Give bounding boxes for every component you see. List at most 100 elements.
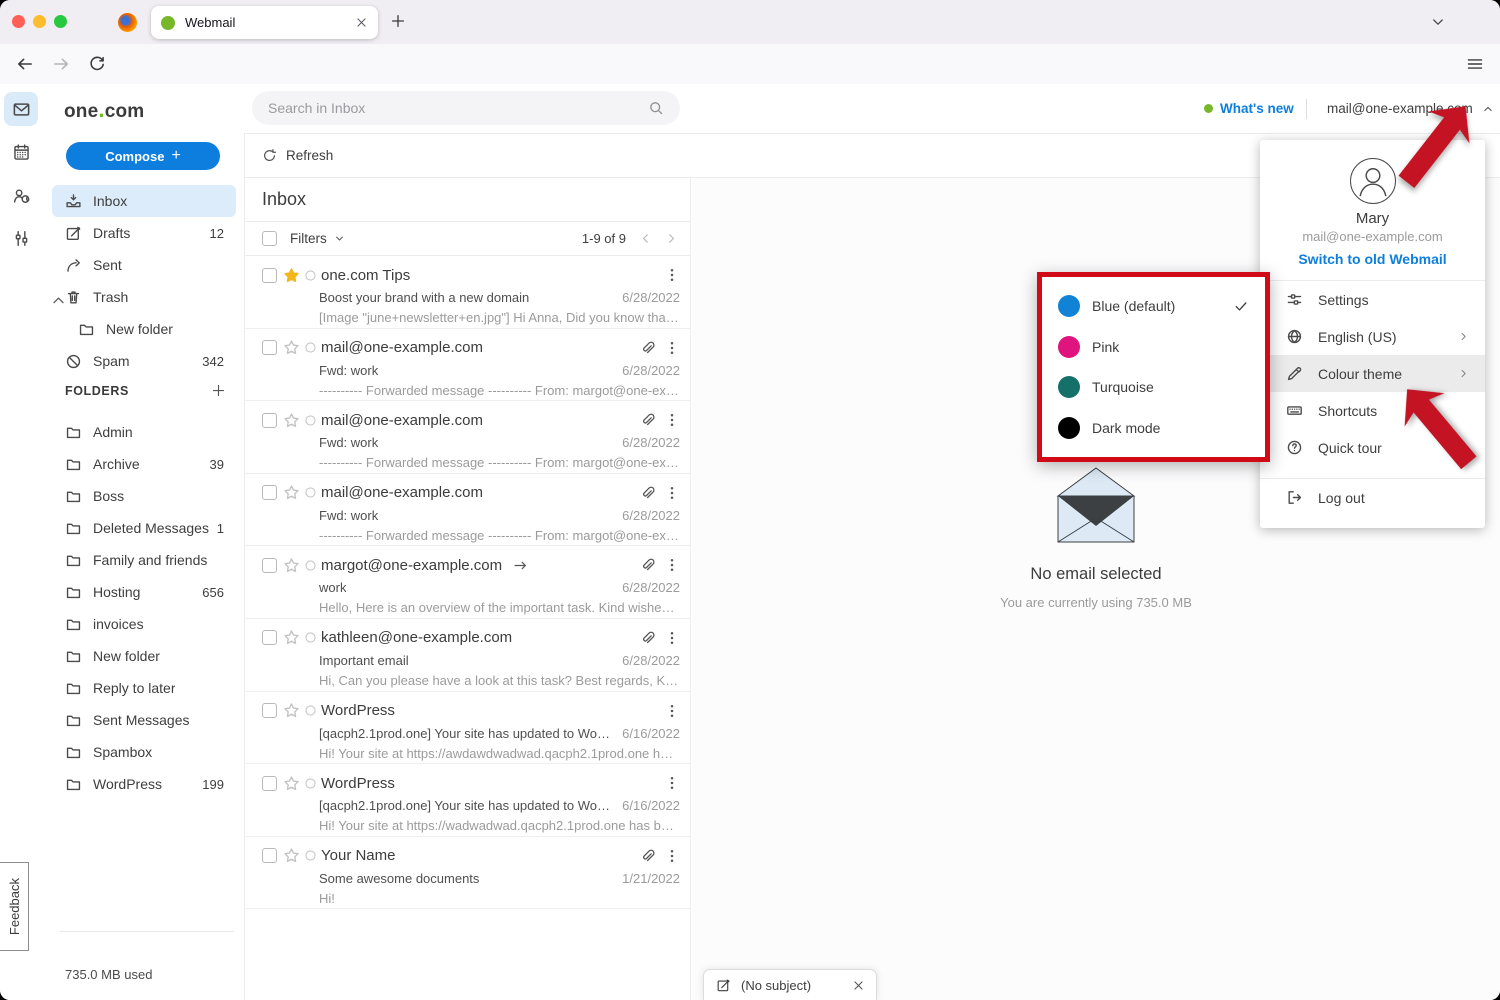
prev-page-icon[interactable]: [639, 232, 652, 245]
reload-icon[interactable]: [88, 55, 106, 73]
read-indicator-icon[interactable]: [304, 704, 317, 717]
email-options-icon[interactable]: [664, 703, 680, 719]
search-input[interactable]: Search in Inbox: [252, 91, 680, 125]
back-icon[interactable]: [16, 55, 34, 73]
sidebar-item-spam[interactable]: Spam342: [52, 345, 236, 377]
read-indicator-icon[interactable]: [304, 777, 317, 790]
rail-contacts-button[interactable]: [4, 178, 38, 212]
whats-new-link[interactable]: What's new: [1204, 101, 1294, 116]
sidebar-item-drafts[interactable]: Drafts12: [52, 217, 236, 249]
email-checkbox[interactable]: [262, 268, 277, 283]
read-indicator-icon[interactable]: [304, 631, 317, 644]
email-row[interactable]: mail@one-example.comFwd: work6/28/2022--…: [245, 474, 690, 547]
star-icon[interactable]: [283, 775, 300, 792]
new-tab-button[interactable]: [390, 13, 406, 29]
compose-button[interactable]: Compose+: [66, 142, 220, 170]
email-row[interactable]: Your NameSome awesome documents1/21/2022…: [245, 837, 690, 910]
folder-item-hosting[interactable]: Hosting656: [52, 576, 236, 608]
window-minimize-button[interactable]: [33, 15, 46, 28]
star-filled-icon[interactable]: [283, 267, 300, 284]
folder-item-archive[interactable]: Archive39: [52, 448, 236, 480]
next-page-icon[interactable]: [665, 232, 678, 245]
menu-item-colour-theme[interactable]: Colour theme: [1260, 355, 1485, 392]
folder-item-reply-to-later[interactable]: Reply to later: [52, 672, 236, 704]
star-icon[interactable]: [283, 847, 300, 864]
folder-item-deleted-messages[interactable]: Deleted Messages1: [52, 512, 236, 544]
read-indicator-icon[interactable]: [304, 849, 317, 862]
email-options-icon[interactable]: [664, 775, 680, 791]
window-zoom-button[interactable]: [54, 15, 67, 28]
theme-option-pink[interactable]: Pink: [1042, 327, 1265, 368]
email-options-icon[interactable]: [664, 630, 680, 646]
sidebar-item-inbox[interactable]: Inbox: [52, 185, 236, 217]
add-folder-icon[interactable]: [211, 383, 226, 398]
folder-item-sent-messages[interactable]: Sent Messages: [52, 704, 236, 736]
read-indicator-icon[interactable]: [304, 414, 317, 427]
star-icon[interactable]: [283, 412, 300, 429]
feedback-tab[interactable]: Feedback: [0, 862, 29, 951]
email-options-icon[interactable]: [664, 485, 680, 501]
email-row[interactable]: WordPress[qacph2.1prod.one] Your site ha…: [245, 764, 690, 837]
email-options-icon[interactable]: [664, 340, 680, 356]
folder-item-spambox[interactable]: Spambox: [52, 736, 236, 768]
read-indicator-icon[interactable]: [304, 486, 317, 499]
refresh-button[interactable]: Refresh: [286, 148, 333, 163]
rail-settings-button[interactable]: [4, 221, 38, 255]
star-icon[interactable]: [283, 702, 300, 719]
folder-item-boss[interactable]: Boss: [52, 480, 236, 512]
tab-close-icon[interactable]: [355, 16, 368, 29]
email-options-icon[interactable]: [664, 557, 680, 573]
email-row[interactable]: kathleen@one-example.comImportant email6…: [245, 619, 690, 692]
read-indicator-icon[interactable]: [304, 341, 317, 354]
read-indicator-icon[interactable]: [304, 559, 317, 572]
rail-mail-button[interactable]: [4, 92, 38, 126]
folder-item-admin[interactable]: Admin: [52, 416, 236, 448]
email-checkbox[interactable]: [262, 340, 277, 355]
email-row[interactable]: mail@one-example.comFwd: work6/28/2022--…: [245, 401, 690, 474]
folder-item-new-folder[interactable]: New folder: [52, 640, 236, 672]
email-checkbox[interactable]: [262, 848, 277, 863]
star-icon[interactable]: [283, 339, 300, 356]
logout-button[interactable]: Log out: [1260, 479, 1485, 516]
switch-old-webmail-link[interactable]: Switch to old Webmail: [1260, 251, 1485, 267]
star-icon[interactable]: [283, 557, 300, 574]
folder-item-wordpress[interactable]: WordPress199: [52, 768, 236, 800]
folder-item-invoices[interactable]: invoices: [52, 608, 236, 640]
email-checkbox[interactable]: [262, 630, 277, 645]
star-icon[interactable]: [283, 629, 300, 646]
email-checkbox[interactable]: [262, 703, 277, 718]
window-close-button[interactable]: [12, 15, 25, 28]
email-options-icon[interactable]: [664, 848, 680, 864]
email-checkbox[interactable]: [262, 558, 277, 573]
filters-button[interactable]: Filters: [290, 231, 327, 246]
refresh-icon[interactable]: [262, 148, 277, 163]
email-checkbox[interactable]: [262, 413, 277, 428]
email-options-icon[interactable]: [664, 267, 680, 283]
email-options-icon[interactable]: [664, 412, 680, 428]
browser-tab[interactable]: Webmail: [151, 6, 378, 39]
list-tabs-chevron-icon[interactable]: [1430, 14, 1446, 30]
email-row[interactable]: one.com TipsBoost your brand with a new …: [245, 256, 690, 329]
email-row[interactable]: mail@one-example.comFwd: work6/28/2022--…: [245, 329, 690, 402]
email-checkbox[interactable]: [262, 485, 277, 500]
forward-icon[interactable]: [52, 55, 70, 73]
read-indicator-icon[interactable]: [304, 269, 317, 282]
menu-item-settings[interactable]: Settings: [1260, 281, 1485, 318]
collapse-chevron-icon[interactable]: [50, 292, 67, 309]
sidebar-item-trash[interactable]: Trash: [52, 281, 236, 313]
star-icon[interactable]: [283, 484, 300, 501]
rail-calendar-button[interactable]: [4, 135, 38, 169]
search-icon[interactable]: [648, 100, 664, 116]
theme-option-dark-mode[interactable]: Dark mode: [1042, 408, 1265, 449]
email-checkbox[interactable]: [262, 776, 277, 791]
sidebar-item-sent[interactable]: Sent: [52, 249, 236, 281]
chevron-down-icon[interactable]: [334, 233, 345, 244]
theme-option-turquoise[interactable]: Turquoise: [1042, 367, 1265, 408]
sidebar-item-new-folder[interactable]: New folder: [52, 313, 236, 345]
compose-close-icon[interactable]: [852, 979, 865, 992]
minimized-compose-bar[interactable]: (No subject): [703, 969, 877, 1000]
menu-hamburger-icon[interactable]: [1466, 55, 1484, 73]
email-row[interactable]: WordPress[qacph2.1prod.one] Your site ha…: [245, 692, 690, 765]
theme-option-blue-default[interactable]: Blue (default): [1042, 286, 1265, 327]
select-all-checkbox[interactable]: [262, 231, 277, 246]
